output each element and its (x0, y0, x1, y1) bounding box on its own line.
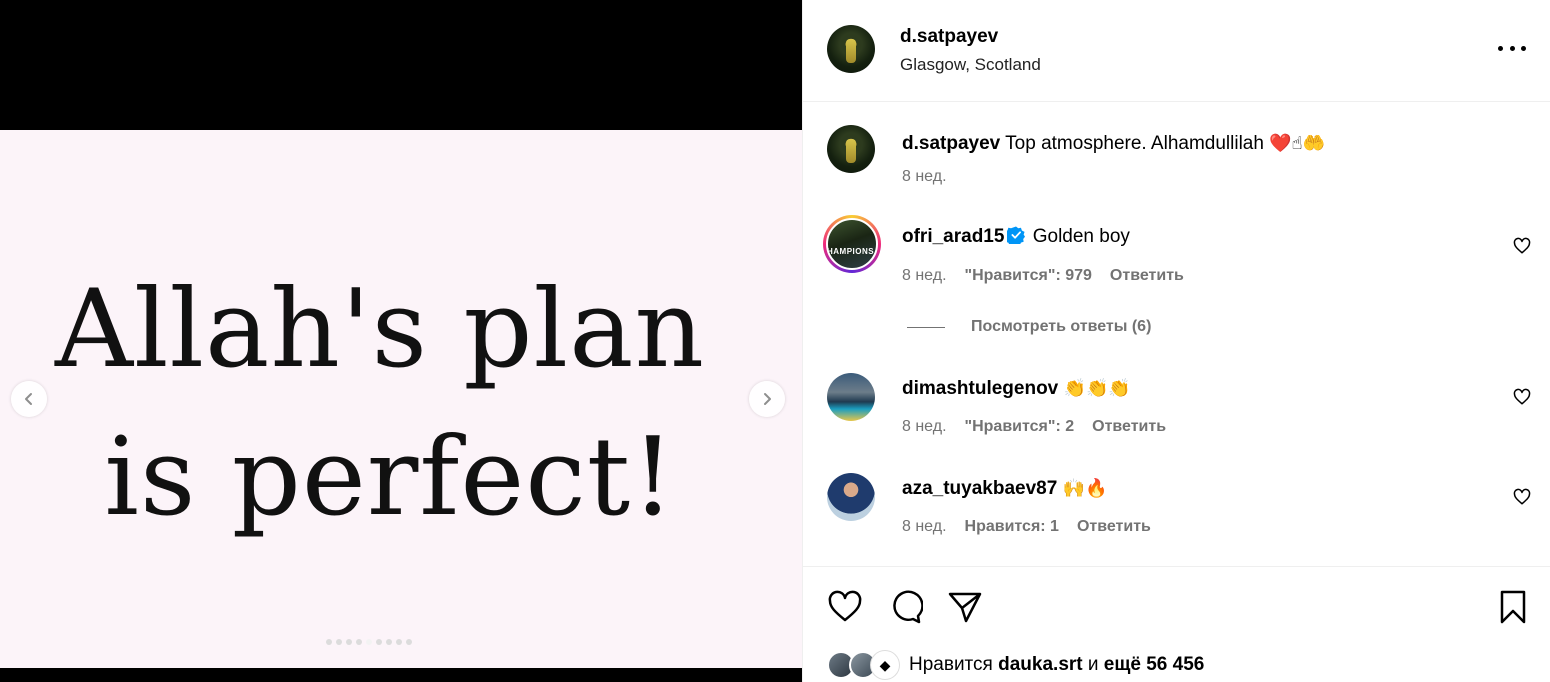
comment-time[interactable]: 8 нед. (902, 418, 947, 436)
more-options-icon[interactable] (1498, 36, 1526, 60)
likes-conjunction: и (1087, 654, 1099, 675)
caption-time[interactable]: 8 нед. (902, 168, 947, 186)
comment-text: Golden boy (1032, 226, 1130, 247)
comment-likes[interactable]: "Нравится": 979 (965, 267, 1092, 285)
comment-like-heart-icon[interactable] (1513, 488, 1531, 506)
media-letterbox-bottom (0, 668, 802, 682)
share-button[interactable] (947, 589, 983, 625)
caption-text: Top atmosphere. Alhamdullilah (1005, 133, 1264, 154)
view-replies-label: Посмотреть ответы (6) (971, 318, 1152, 335)
like-button[interactable] (827, 589, 863, 625)
comment-meta: 8 нед. "Нравится": 2 Ответить (902, 418, 1166, 436)
comment-time[interactable]: 8 нед. (902, 267, 947, 285)
comment-avatar[interactable] (827, 373, 875, 421)
caption-username[interactable]: d.satpayev (902, 133, 1000, 154)
likes-prefix: Нравится (909, 654, 993, 675)
share-icon (948, 592, 982, 623)
carousel-dot (356, 639, 362, 645)
story-ring-avatar[interactable] (823, 215, 881, 273)
post-image (0, 130, 802, 668)
likes-user[interactable]: dauka.srt (998, 654, 1082, 676)
caption-emojis: ❤️☝🤲 (1269, 133, 1326, 154)
comment-icon (893, 590, 924, 624)
likes-summary: ◆ Нравится dauka.srt и ещё 56 456 (827, 651, 1204, 679)
comment-likes[interactable]: Нравится: 1 (965, 518, 1059, 536)
comment-text: 🙌🔥 (1062, 478, 1108, 499)
caption-line: d.satpayev Top atmosphere. Alhamdullilah… (902, 133, 1325, 155)
media-letterbox-top (0, 0, 802, 130)
liker-avatar: ◆ (871, 651, 899, 679)
image-text-line-1: Allah's plan (54, 267, 706, 392)
caption-author-avatar[interactable] (827, 125, 875, 173)
carousel-dot (346, 639, 352, 645)
author-avatar[interactable] (827, 25, 875, 73)
likes-count[interactable]: ещё 56 456 (1104, 654, 1205, 676)
carousel-dot (366, 639, 372, 645)
verified-badge-icon (1007, 226, 1026, 244)
chevron-left-icon (25, 393, 32, 405)
reply-button[interactable]: Ответить (1110, 267, 1184, 285)
heart-icon (828, 590, 862, 622)
post-header: d.satpayev Glasgow, Scotland (803, 0, 1550, 102)
view-replies-button[interactable]: Посмотреть ответы (6) (907, 318, 1151, 336)
carousel-dot (406, 639, 412, 645)
comment-line: dimashtulegenov 👏👏👏 (902, 378, 1131, 400)
chevron-right-icon (764, 393, 771, 405)
save-button[interactable] (1495, 589, 1531, 625)
replies-divider (907, 326, 945, 328)
comment-username[interactable]: dimashtulegenov (902, 378, 1058, 399)
caption-meta: 8 нед. (902, 168, 947, 186)
comment-username[interactable]: ofri_arad15 (902, 226, 1004, 247)
comment-button[interactable] (887, 589, 924, 625)
image-text-line-2: is perfect! (104, 415, 676, 540)
comment-likes[interactable]: "Нравится": 2 (965, 418, 1075, 436)
comments-list: d.satpayev Top atmosphere. Alhamdullilah… (803, 103, 1550, 565)
carousel-indicator (326, 639, 412, 645)
bookmark-icon (1500, 590, 1526, 624)
comment-text: 👏👏👏 (1063, 378, 1131, 399)
comment-meta: 8 нед. Нравится: 1 Ответить (902, 518, 1151, 536)
comment-time[interactable]: 8 нед. (902, 518, 947, 536)
carousel-dot (386, 639, 392, 645)
comment-like-heart-icon[interactable] (1513, 237, 1531, 255)
reply-button[interactable]: Ответить (1077, 518, 1151, 536)
post-media: Allah's plan is perfect! (0, 0, 802, 682)
carousel-dot (336, 639, 342, 645)
carousel-next-button[interactable] (749, 381, 785, 417)
comment-avatar[interactable] (827, 473, 875, 521)
post-details-panel: d.satpayev Glasgow, Scotland d.satpayev … (802, 0, 1550, 682)
comment-line: ofri_arad15 Golden boy (902, 226, 1130, 248)
carousel-dot (326, 639, 332, 645)
carousel-dot (396, 639, 402, 645)
reply-button[interactable]: Ответить (1092, 418, 1166, 436)
post-location[interactable]: Glasgow, Scotland (900, 55, 1041, 75)
liker-avatars[interactable]: ◆ (827, 651, 903, 679)
post-actions: ◆ Нравится dauka.srt и ещё 56 456 (803, 566, 1550, 682)
comment-meta: 8 нед. "Нравится": 979 Ответить (902, 267, 1184, 285)
carousel-dot (376, 639, 382, 645)
comment-username[interactable]: aza_tuyakbaev87 (902, 478, 1057, 499)
carousel-prev-button[interactable] (11, 381, 47, 417)
author-username[interactable]: d.satpayev (900, 26, 998, 48)
comment-line: aza_tuyakbaev87 🙌🔥 (902, 478, 1107, 500)
comment-like-heart-icon[interactable] (1513, 388, 1531, 406)
